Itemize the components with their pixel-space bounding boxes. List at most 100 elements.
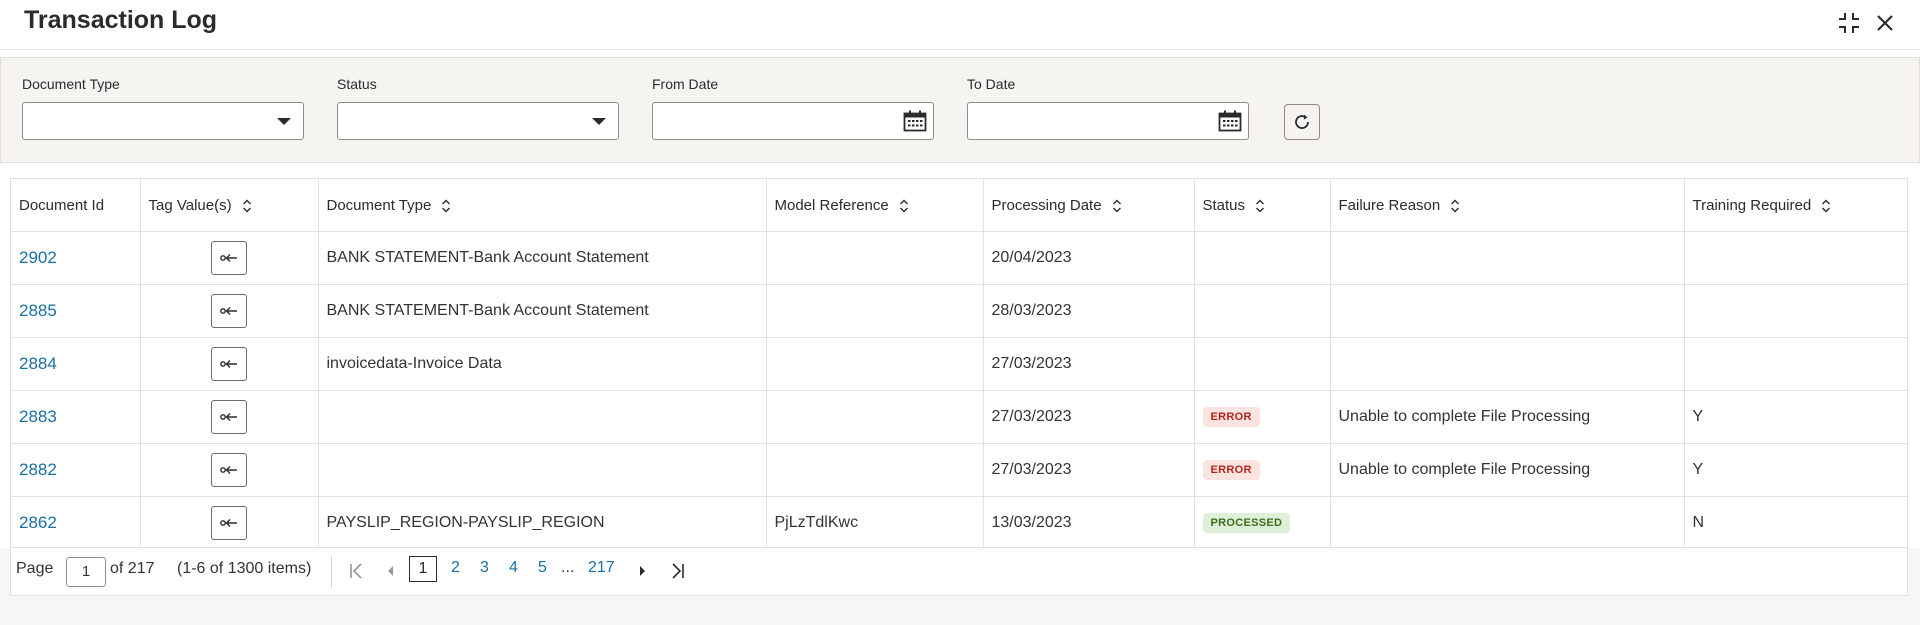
expand-icon[interactable] bbox=[1836, 10, 1862, 36]
status-badge: PROCESSED bbox=[1202, 513, 1291, 533]
cell-training-required bbox=[1684, 284, 1908, 338]
column-header-tag-values[interactable]: Tag Value(s) bbox=[140, 179, 319, 232]
sort-icon[interactable] bbox=[441, 199, 451, 213]
cell-tag-values bbox=[140, 443, 319, 497]
tag-value-button[interactable] bbox=[211, 241, 247, 275]
status-select[interactable] bbox=[337, 102, 619, 140]
page-label: Page bbox=[16, 560, 54, 577]
cell-status: ERROR bbox=[1194, 390, 1331, 444]
cell-document-type: BANK STATEMENT-Bank Account Statement bbox=[318, 231, 767, 285]
cell-document-type bbox=[318, 443, 767, 497]
column-header-model-reference[interactable]: Model Reference bbox=[766, 179, 984, 232]
document-id-link[interactable]: 2883 bbox=[19, 407, 57, 426]
from-date-label: From Date bbox=[652, 76, 719, 92]
first-page-icon[interactable] bbox=[349, 563, 363, 579]
cell-training-required bbox=[1684, 337, 1908, 391]
cell-failure-reason: Unable to complete File Processing bbox=[1330, 443, 1685, 497]
sort-icon[interactable] bbox=[1450, 199, 1460, 213]
cell-document-id: 2884 bbox=[11, 337, 141, 391]
sort-icon[interactable] bbox=[1821, 199, 1831, 213]
cell-training-required: N bbox=[1684, 496, 1908, 550]
pagination: Page 1 of 217 (1-6 of 1300 items) 1 2 3 … bbox=[10, 548, 1908, 596]
column-header-document-type[interactable]: Document Type bbox=[318, 179, 767, 232]
cell-failure-reason bbox=[1330, 284, 1685, 338]
sort-icon[interactable] bbox=[1112, 199, 1122, 213]
page-number-input[interactable]: 1 bbox=[66, 557, 106, 587]
sort-icon[interactable] bbox=[1255, 199, 1265, 213]
status-badge: ERROR bbox=[1202, 407, 1260, 427]
dropdown-arrow-icon bbox=[277, 118, 291, 125]
table-header-row: Document Id Tag Value(s) Document Type M… bbox=[11, 179, 1908, 232]
tag-value-button[interactable] bbox=[211, 294, 247, 328]
to-date-filter: To Date bbox=[967, 76, 1249, 140]
cell-failure-reason bbox=[1330, 496, 1685, 550]
cell-document-id: 2885 bbox=[11, 284, 141, 338]
column-header-training-required[interactable]: Training Required bbox=[1684, 179, 1908, 232]
cell-processing-date: 27/03/2023 bbox=[983, 337, 1195, 391]
page-link[interactable]: 2 bbox=[451, 559, 460, 577]
column-header-failure-reason[interactable]: Failure Reason bbox=[1330, 179, 1685, 232]
column-header-processing-date[interactable]: Processing Date bbox=[983, 179, 1195, 232]
cell-processing-date: 13/03/2023 bbox=[983, 496, 1195, 550]
column-header-document-id[interactable]: Document Id bbox=[11, 179, 141, 232]
sort-icon[interactable] bbox=[242, 199, 252, 213]
status-badge: ERROR bbox=[1202, 460, 1260, 480]
title-bar: Transaction Log bbox=[0, 0, 1920, 50]
table-row[interactable]: 2862 PAYSLIP_REGION-PAYSLIP_REGION PjLzTdl… bbox=[11, 496, 1908, 550]
tag-value-button[interactable] bbox=[211, 400, 247, 434]
previous-page-icon[interactable] bbox=[385, 563, 395, 579]
dropdown-arrow-icon bbox=[592, 118, 606, 125]
sort-icon[interactable] bbox=[899, 199, 909, 213]
page-link-current[interactable]: 1 bbox=[409, 556, 437, 582]
page-link[interactable]: 5 bbox=[538, 559, 547, 577]
transaction-table: Document Id Tag Value(s) Document Type M… bbox=[10, 178, 1908, 550]
cell-model-reference bbox=[766, 284, 984, 338]
tag-value-button[interactable] bbox=[211, 453, 247, 487]
table-row[interactable]: 2902 BANK STATEMENT-Bank Account Statemen… bbox=[11, 231, 1908, 285]
cell-model-reference bbox=[766, 337, 984, 391]
page-link[interactable]: 4 bbox=[509, 559, 518, 577]
pagination-ellipsis: ... bbox=[561, 559, 575, 576]
from-date-input[interactable] bbox=[652, 102, 934, 140]
refresh-button[interactable] bbox=[1284, 104, 1320, 140]
tag-value-button[interactable] bbox=[211, 347, 247, 381]
page-link[interactable]: 3 bbox=[480, 559, 489, 577]
items-range: (1-6 of 1300 items) bbox=[177, 560, 312, 577]
last-page-icon[interactable] bbox=[671, 563, 685, 579]
table-row[interactable]: 2883 27/03/2023 ERROR Unable to complete Fi… bbox=[11, 390, 1908, 444]
cell-failure-reason bbox=[1330, 231, 1685, 285]
cell-document-id: 2882 bbox=[11, 443, 141, 497]
table-row[interactable]: 2885 BANK STATEMENT-Bank Account Statemen… bbox=[11, 284, 1908, 338]
cell-document-id: 2902 bbox=[11, 231, 141, 285]
cell-status: ERROR bbox=[1194, 443, 1331, 497]
document-id-link[interactable]: 2885 bbox=[19, 301, 57, 320]
page-title: Transaction Log bbox=[24, 6, 218, 34]
close-icon[interactable] bbox=[1872, 10, 1898, 36]
tag-value-button[interactable] bbox=[211, 506, 247, 540]
document-type-filter: Document Type bbox=[22, 76, 304, 140]
calendar-icon[interactable] bbox=[903, 110, 927, 137]
next-page-icon[interactable] bbox=[638, 563, 648, 579]
document-id-link[interactable]: 2884 bbox=[19, 354, 57, 373]
cell-document-type: PAYSLIP_REGION-PAYSLIP_REGION bbox=[318, 496, 767, 550]
document-id-link[interactable]: 2862 bbox=[19, 513, 57, 532]
cell-document-id: 2862 bbox=[11, 496, 141, 550]
cell-tag-values bbox=[140, 284, 319, 338]
document-id-link[interactable]: 2902 bbox=[19, 248, 57, 267]
refresh-icon bbox=[1295, 114, 1309, 129]
cell-status bbox=[1194, 284, 1331, 338]
cell-status bbox=[1194, 231, 1331, 285]
cell-model-reference bbox=[766, 231, 984, 285]
table-row[interactable]: 2882 27/03/2023 ERROR Unable to complete Fi… bbox=[11, 443, 1908, 497]
pager-divider bbox=[331, 556, 332, 588]
document-type-select[interactable] bbox=[22, 102, 304, 140]
cell-tag-values bbox=[140, 496, 319, 550]
cell-tag-values bbox=[140, 231, 319, 285]
cell-model-reference bbox=[766, 390, 984, 444]
page-link-last[interactable]: 217 bbox=[588, 559, 615, 577]
calendar-icon[interactable] bbox=[1218, 110, 1242, 137]
table-row[interactable]: 2884 invoicedata-Invoice Data 27/03/2023 bbox=[11, 337, 1908, 391]
column-header-status[interactable]: Status bbox=[1194, 179, 1331, 232]
to-date-input[interactable] bbox=[967, 102, 1249, 140]
document-id-link[interactable]: 2882 bbox=[19, 460, 57, 479]
